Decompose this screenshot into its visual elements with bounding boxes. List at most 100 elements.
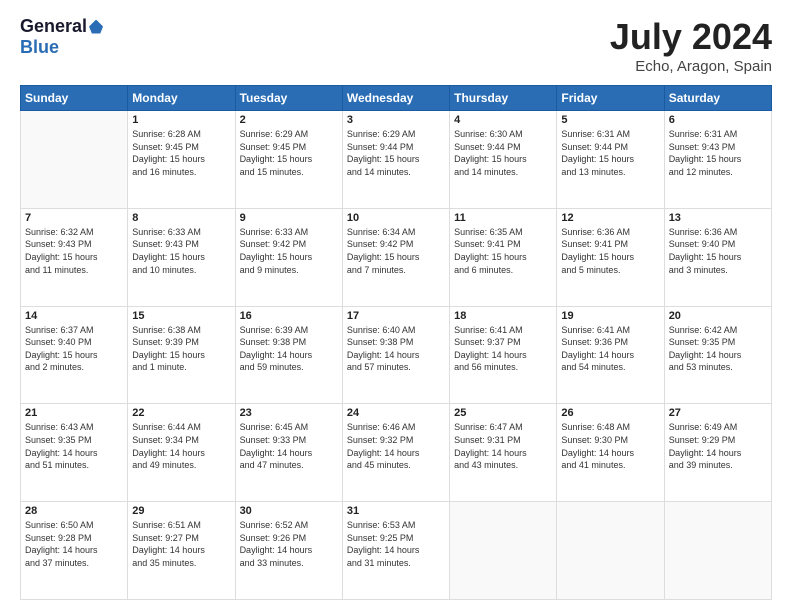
day-info: Sunrise: 6:49 AM Sunset: 9:29 PM Dayligh… bbox=[669, 421, 767, 471]
day-cell bbox=[450, 502, 557, 600]
day-number: 16 bbox=[240, 310, 338, 322]
day-cell: 27 Sunrise: 6:49 AM Sunset: 9:29 PM Dayli… bbox=[664, 404, 771, 502]
day-info: Sunrise: 6:44 AM Sunset: 9:34 PM Dayligh… bbox=[132, 421, 230, 471]
day-number: 20 bbox=[669, 310, 767, 322]
day-info: Sunrise: 6:42 AM Sunset: 9:35 PM Dayligh… bbox=[669, 324, 767, 374]
day-cell: 14 Sunrise: 6:37 AM Sunset: 9:40 PM Dayli… bbox=[21, 306, 128, 404]
day-number: 1 bbox=[132, 114, 230, 126]
day-cell: 7 Sunrise: 6:32 AM Sunset: 9:43 PM Daylig… bbox=[21, 208, 128, 306]
page: General Blue July 2024 Echo, Aragon, Spa… bbox=[0, 0, 792, 612]
day-number: 18 bbox=[454, 310, 552, 322]
day-info: Sunrise: 6:28 AM Sunset: 9:45 PM Dayligh… bbox=[132, 128, 230, 178]
week-row-5: 28 Sunrise: 6:50 AM Sunset: 9:28 PM Dayli… bbox=[21, 502, 772, 600]
day-cell: 19 Sunrise: 6:41 AM Sunset: 9:36 PM Dayli… bbox=[557, 306, 664, 404]
day-number: 28 bbox=[25, 505, 123, 517]
day-info: Sunrise: 6:46 AM Sunset: 9:32 PM Dayligh… bbox=[347, 421, 445, 471]
day-info: Sunrise: 6:35 AM Sunset: 9:41 PM Dayligh… bbox=[454, 226, 552, 276]
day-number: 26 bbox=[561, 407, 659, 419]
day-number: 9 bbox=[240, 212, 338, 224]
day-number: 8 bbox=[132, 212, 230, 224]
day-info: Sunrise: 6:47 AM Sunset: 9:31 PM Dayligh… bbox=[454, 421, 552, 471]
day-number: 14 bbox=[25, 310, 123, 322]
day-number: 21 bbox=[25, 407, 123, 419]
day-cell: 9 Sunrise: 6:33 AM Sunset: 9:42 PM Daylig… bbox=[235, 208, 342, 306]
day-info: Sunrise: 6:33 AM Sunset: 9:42 PM Dayligh… bbox=[240, 226, 338, 276]
day-info: Sunrise: 6:41 AM Sunset: 9:36 PM Dayligh… bbox=[561, 324, 659, 374]
day-info: Sunrise: 6:32 AM Sunset: 9:43 PM Dayligh… bbox=[25, 226, 123, 276]
day-info: Sunrise: 6:37 AM Sunset: 9:40 PM Dayligh… bbox=[25, 324, 123, 374]
day-number: 7 bbox=[25, 212, 123, 224]
day-number: 4 bbox=[454, 114, 552, 126]
day-number: 27 bbox=[669, 407, 767, 419]
day-number: 24 bbox=[347, 407, 445, 419]
day-number: 17 bbox=[347, 310, 445, 322]
day-info: Sunrise: 6:39 AM Sunset: 9:38 PM Dayligh… bbox=[240, 324, 338, 374]
day-info: Sunrise: 6:52 AM Sunset: 9:26 PM Dayligh… bbox=[240, 519, 338, 569]
day-number: 12 bbox=[561, 212, 659, 224]
day-number: 15 bbox=[132, 310, 230, 322]
logo-general: General bbox=[20, 16, 87, 37]
day-cell: 31Sunrise: 6:53 AM Sunset: 9:25 PM Dayli… bbox=[342, 502, 449, 600]
day-number: 10 bbox=[347, 212, 445, 224]
col-header-monday: Monday bbox=[128, 86, 235, 111]
day-number: 29 bbox=[132, 505, 230, 517]
day-cell: 10Sunrise: 6:34 AM Sunset: 9:42 PM Dayli… bbox=[342, 208, 449, 306]
day-cell: 5 Sunrise: 6:31 AM Sunset: 9:44 PM Daylig… bbox=[557, 111, 664, 209]
day-number: 23 bbox=[240, 407, 338, 419]
day-number: 6 bbox=[669, 114, 767, 126]
col-header-thursday: Thursday bbox=[450, 86, 557, 111]
day-cell: 13Sunrise: 6:36 AM Sunset: 9:40 PM Dayli… bbox=[664, 208, 771, 306]
day-info: Sunrise: 6:29 AM Sunset: 9:44 PM Dayligh… bbox=[347, 128, 445, 178]
logo-blue: Blue bbox=[20, 37, 59, 58]
header-row: SundayMondayTuesdayWednesdayThursdayFrid… bbox=[21, 86, 772, 111]
day-info: Sunrise: 6:53 AM Sunset: 9:25 PM Dayligh… bbox=[347, 519, 445, 569]
day-number: 19 bbox=[561, 310, 659, 322]
col-header-saturday: Saturday bbox=[664, 86, 771, 111]
day-cell: 30Sunrise: 6:52 AM Sunset: 9:26 PM Dayli… bbox=[235, 502, 342, 600]
day-info: Sunrise: 6:29 AM Sunset: 9:45 PM Dayligh… bbox=[240, 128, 338, 178]
day-info: Sunrise: 6:45 AM Sunset: 9:33 PM Dayligh… bbox=[240, 421, 338, 471]
day-info: Sunrise: 6:50 AM Sunset: 9:28 PM Dayligh… bbox=[25, 519, 123, 569]
day-cell: 28 Sunrise: 6:50 AM Sunset: 9:28 PM Dayli… bbox=[21, 502, 128, 600]
day-number: 5 bbox=[561, 114, 659, 126]
col-header-wednesday: Wednesday bbox=[342, 86, 449, 111]
day-number: 22 bbox=[132, 407, 230, 419]
day-cell bbox=[557, 502, 664, 600]
day-cell: 21Sunrise: 6:43 AM Sunset: 9:35 PM Dayli… bbox=[21, 404, 128, 502]
day-cell: 23 Sunrise: 6:45 AM Sunset: 9:33 PM Dayli… bbox=[235, 404, 342, 502]
title-block: July 2024 Echo, Aragon, Spain bbox=[610, 16, 772, 75]
day-number: 25 bbox=[454, 407, 552, 419]
day-cell: 16 Sunrise: 6:39 AM Sunset: 9:38 PM Dayli… bbox=[235, 306, 342, 404]
day-cell: 26Sunrise: 6:48 AM Sunset: 9:30 PM Dayli… bbox=[557, 404, 664, 502]
day-cell: 2 Sunrise: 6:29 AM Sunset: 9:45 PM Daylig… bbox=[235, 111, 342, 209]
logo: General Blue bbox=[20, 16, 103, 58]
logo-icon bbox=[89, 20, 103, 34]
day-cell: 4 Sunrise: 6:30 AM Sunset: 9:44 PM Daylig… bbox=[450, 111, 557, 209]
week-row-4: 21Sunrise: 6:43 AM Sunset: 9:35 PM Dayli… bbox=[21, 404, 772, 502]
day-info: Sunrise: 6:38 AM Sunset: 9:39 PM Dayligh… bbox=[132, 324, 230, 374]
day-cell: 11 Sunrise: 6:35 AM Sunset: 9:41 PM Dayli… bbox=[450, 208, 557, 306]
week-row-1: 1 Sunrise: 6:28 AM Sunset: 9:45 PM Daylig… bbox=[21, 111, 772, 209]
day-cell: 15 Sunrise: 6:38 AM Sunset: 9:39 PM Dayli… bbox=[128, 306, 235, 404]
day-cell: 25 Sunrise: 6:47 AM Sunset: 9:31 PM Dayli… bbox=[450, 404, 557, 502]
day-cell: 22 Sunrise: 6:44 AM Sunset: 9:34 PM Dayli… bbox=[128, 404, 235, 502]
calendar-table: SundayMondayTuesdayWednesdayThursdayFrid… bbox=[20, 85, 772, 600]
day-info: Sunrise: 6:36 AM Sunset: 9:41 PM Dayligh… bbox=[561, 226, 659, 276]
day-info: Sunrise: 6:40 AM Sunset: 9:38 PM Dayligh… bbox=[347, 324, 445, 374]
day-cell: 24 Sunrise: 6:46 AM Sunset: 9:32 PM Dayli… bbox=[342, 404, 449, 502]
day-number: 2 bbox=[240, 114, 338, 126]
day-cell: 1 Sunrise: 6:28 AM Sunset: 9:45 PM Daylig… bbox=[128, 111, 235, 209]
col-header-tuesday: Tuesday bbox=[235, 86, 342, 111]
day-number: 11 bbox=[454, 212, 552, 224]
day-info: Sunrise: 6:36 AM Sunset: 9:40 PM Dayligh… bbox=[669, 226, 767, 276]
main-title: July 2024 bbox=[610, 16, 772, 58]
day-cell: 6Sunrise: 6:31 AM Sunset: 9:43 PM Daylig… bbox=[664, 111, 771, 209]
day-info: Sunrise: 6:31 AM Sunset: 9:44 PM Dayligh… bbox=[561, 128, 659, 178]
day-info: Sunrise: 6:30 AM Sunset: 9:44 PM Dayligh… bbox=[454, 128, 552, 178]
day-cell: 20 Sunrise: 6:42 AM Sunset: 9:35 PM Dayli… bbox=[664, 306, 771, 404]
day-info: Sunrise: 6:51 AM Sunset: 9:27 PM Dayligh… bbox=[132, 519, 230, 569]
header: General Blue July 2024 Echo, Aragon, Spa… bbox=[20, 16, 772, 75]
day-cell: 12 Sunrise: 6:36 AM Sunset: 9:41 PM Dayli… bbox=[557, 208, 664, 306]
subtitle: Echo, Aragon, Spain bbox=[610, 58, 772, 75]
day-cell: 17 Sunrise: 6:40 AM Sunset: 9:38 PM Dayli… bbox=[342, 306, 449, 404]
